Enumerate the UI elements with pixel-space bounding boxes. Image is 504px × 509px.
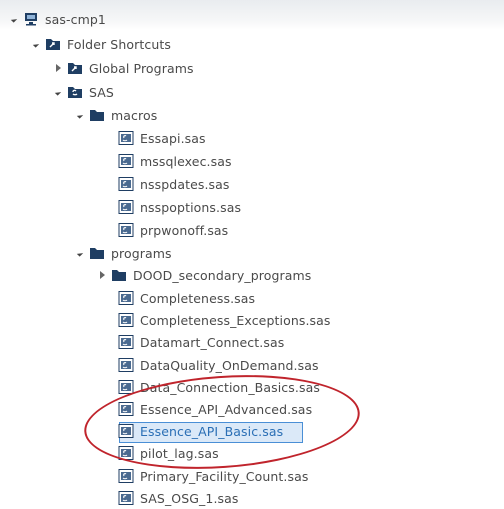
tree-node-label: macros <box>111 107 158 123</box>
tree-file-label: Completeness_Exceptions.sas <box>140 312 331 328</box>
tree-file-item[interactable]: Completeness.sas <box>118 287 255 309</box>
sas-program-file-icon <box>118 313 134 327</box>
tree-file-label: Essence_API_Advanced.sas <box>140 401 313 417</box>
server-icon <box>23 12 39 26</box>
tree-file-item[interactable]: pilot_lag.sas <box>118 442 219 464</box>
tree-node-label: programs <box>111 245 172 261</box>
tree-file-label: prpwonoff.sas <box>140 222 229 238</box>
tree-node-programs[interactable]: programs <box>74 242 172 264</box>
tree-file-label: Essapi.sas <box>140 130 206 146</box>
tree-file-item[interactable]: DataQuality_OnDemand.sas <box>118 354 319 376</box>
tree-node-dood-secondary-programs[interactable]: DOOD_secondary_programs <box>96 264 311 286</box>
tree-file-label: Completeness.sas <box>140 290 256 306</box>
tree-file-label: mssqlexec.sas <box>140 153 232 169</box>
tree-file-label: Datamart_Connect.sas <box>140 334 285 350</box>
expand-arrow-icon[interactable] <box>74 109 86 121</box>
sas-program-file-icon <box>118 335 134 349</box>
sas-program-file-icon <box>118 131 134 145</box>
tree-file-label: Primary_Facility_Count.sas <box>140 468 309 484</box>
sas-program-file-icon <box>118 291 134 305</box>
sas-program-file-icon <box>118 223 134 237</box>
tree-file-item[interactable]: nsspoptions.sas <box>118 196 241 218</box>
tree-node-sas[interactable]: SAS <box>52 81 114 103</box>
tree-file-item[interactable]: prpwonoff.sas <box>118 219 228 241</box>
tree-node-root[interactable]: sas-cmp1 <box>8 8 106 30</box>
tree-node-label: sas-cmp1 <box>45 11 106 27</box>
tree-node-global-programs[interactable]: Global Programs <box>52 57 194 79</box>
sas-program-file-icon <box>118 154 134 168</box>
tree-file-label: pilot_lag.sas <box>140 445 219 461</box>
tree-file-item-selected[interactable]: Essence_API_Basic.sas <box>118 420 283 442</box>
tree-file-item[interactable]: nsspdates.sas <box>118 173 230 195</box>
folder-icon <box>89 246 105 260</box>
sas-program-file-icon <box>118 200 134 214</box>
file-tree: sas-cmp1 Folder Shortcuts Global Program… <box>0 0 504 506</box>
tree-file-item[interactable]: mssqlexec.sas <box>118 150 232 172</box>
tree-file-label: nsspdates.sas <box>140 176 230 192</box>
sas-program-file-icon <box>118 446 134 460</box>
folder-shortcut-icon <box>67 61 83 75</box>
sas-program-file-icon <box>118 402 134 416</box>
sas-program-file-icon <box>118 358 134 372</box>
tree-file-item[interactable]: Essapi.sas <box>118 127 206 149</box>
tree-file-label: nsspoptions.sas <box>140 199 242 215</box>
expand-arrow-icon[interactable] <box>8 13 20 25</box>
sas-program-file-icon <box>118 380 134 394</box>
tree-file-item[interactable]: Data_Connection_Basics.sas <box>118 376 320 398</box>
tree-node-label: SAS <box>89 84 114 100</box>
tree-node-macros[interactable]: macros <box>74 104 157 126</box>
tree-node-label: Global Programs <box>89 60 194 76</box>
tree-file-item[interactable]: Primary_Facility_Count.sas <box>118 465 308 487</box>
expand-arrow-icon[interactable] <box>74 247 86 259</box>
collapse-arrow-icon[interactable] <box>52 62 64 74</box>
tree-file-item[interactable]: Essence_API_Advanced.sas <box>118 398 312 420</box>
sas-program-file-icon <box>118 177 134 191</box>
tree-file-item[interactable]: SAS_OSG_1.sas <box>118 487 239 509</box>
sas-program-file-icon <box>118 491 134 505</box>
tree-file-item[interactable]: Datamart_Connect.sas <box>118 331 284 353</box>
tree-file-item[interactable]: Completeness_Exceptions.sas <box>118 309 331 331</box>
sas-program-file-icon <box>118 424 134 438</box>
expand-arrow-icon[interactable] <box>52 86 64 98</box>
tree-file-label: Data_Connection_Basics.sas <box>140 379 320 395</box>
tree-node-label: Folder Shortcuts <box>67 36 171 52</box>
folder-icon <box>111 268 127 282</box>
expand-arrow-icon[interactable] <box>30 38 42 50</box>
sas-program-file-icon <box>118 469 134 483</box>
collapse-arrow-icon[interactable] <box>96 269 108 281</box>
sas-folder-icon <box>67 85 83 99</box>
tree-node-folder-shortcuts[interactable]: Folder Shortcuts <box>30 33 171 55</box>
folder-shortcut-icon <box>45 37 61 51</box>
tree-file-label: SAS_OSG_1.sas <box>140 490 239 506</box>
tree-node-label: DOOD_secondary_programs <box>133 267 312 283</box>
folder-icon <box>89 108 105 122</box>
tree-file-label: DataQuality_OnDemand.sas <box>140 357 319 373</box>
tree-file-label: Essence_API_Basic.sas <box>140 423 284 439</box>
